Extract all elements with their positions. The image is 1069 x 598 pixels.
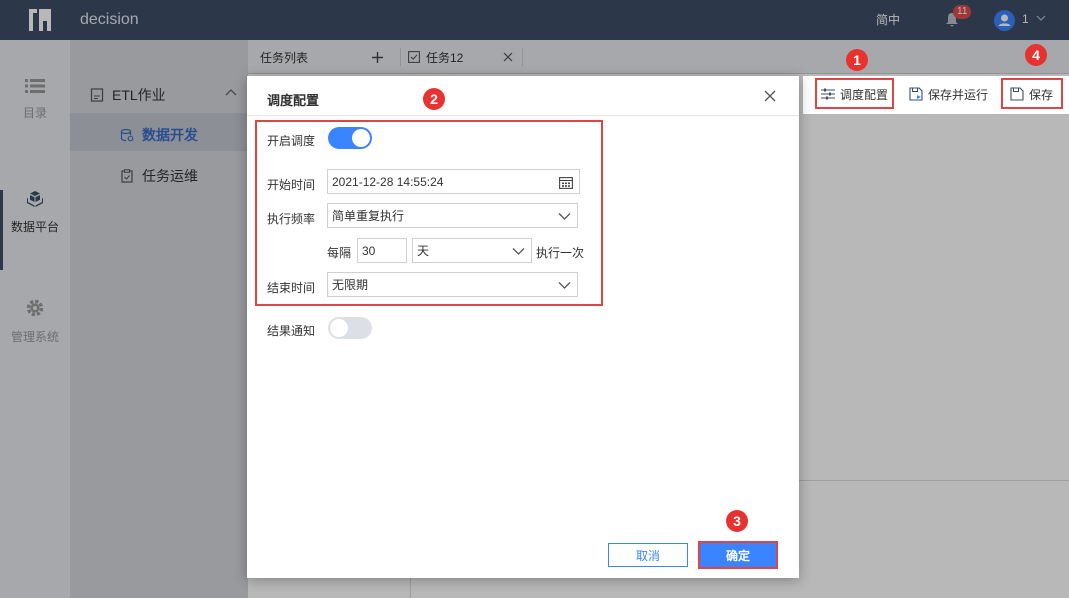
frequency-select[interactable]: 简单重复执行 (327, 203, 578, 228)
highlight-box-schedule-config (815, 78, 894, 109)
interval-unit-value: 天 (417, 244, 430, 258)
frequency-value: 简单重复执行 (332, 209, 405, 223)
highlight-box-save (1001, 78, 1063, 109)
highlight-box-confirm (698, 541, 778, 569)
frequency-label: 执行频率 (267, 212, 316, 226)
cancel-button[interactable]: 取消 (608, 543, 688, 567)
interval-unit-select[interactable]: 天 (412, 238, 532, 263)
button-label: 保存并运行 (928, 87, 989, 102)
step-badge-3: 3 (726, 510, 748, 532)
toggle-knob (352, 129, 370, 147)
execute-once-label: 执行一次 (536, 246, 585, 260)
calendar-icon[interactable] (559, 176, 573, 189)
schedule-config-dialog: 调度配置 开启调度 开始时间 2021-12-28 14:55:24 执行频率 … (247, 76, 799, 578)
chevron-down-icon (512, 248, 525, 255)
interval-value: 30 (362, 243, 376, 258)
start-time-label: 开始时间 (267, 178, 316, 192)
chevron-down-icon (558, 282, 571, 289)
start-time-input[interactable]: 2021-12-28 14:55:24 (327, 169, 580, 194)
step-badge-1: 1 (846, 49, 868, 71)
notify-toggle[interactable] (328, 317, 372, 339)
every-label: 每隔 (327, 246, 352, 260)
enable-schedule-label: 开启调度 (267, 134, 316, 148)
toggle-knob (330, 319, 348, 337)
save-and-run-button-top[interactable]: 保存并运行 (909, 82, 988, 106)
close-icon[interactable] (763, 89, 777, 103)
interval-input[interactable]: 30 (357, 238, 407, 263)
save-run-icon (909, 87, 923, 101)
dialog-divider (247, 115, 799, 116)
end-time-value: 无限期 (332, 278, 369, 292)
step-badge-2: 2 (423, 88, 445, 110)
notify-label: 结果通知 (267, 324, 316, 338)
enable-schedule-toggle[interactable] (328, 127, 372, 149)
start-time-value: 2021-12-28 14:55:24 (332, 174, 444, 189)
end-time-label: 结束时间 (267, 281, 316, 295)
step-badge-4: 4 (1025, 44, 1047, 66)
end-time-select[interactable]: 无限期 (327, 272, 578, 297)
dialog-title: 调度配置 (267, 93, 320, 108)
chevron-down-icon (558, 213, 571, 220)
